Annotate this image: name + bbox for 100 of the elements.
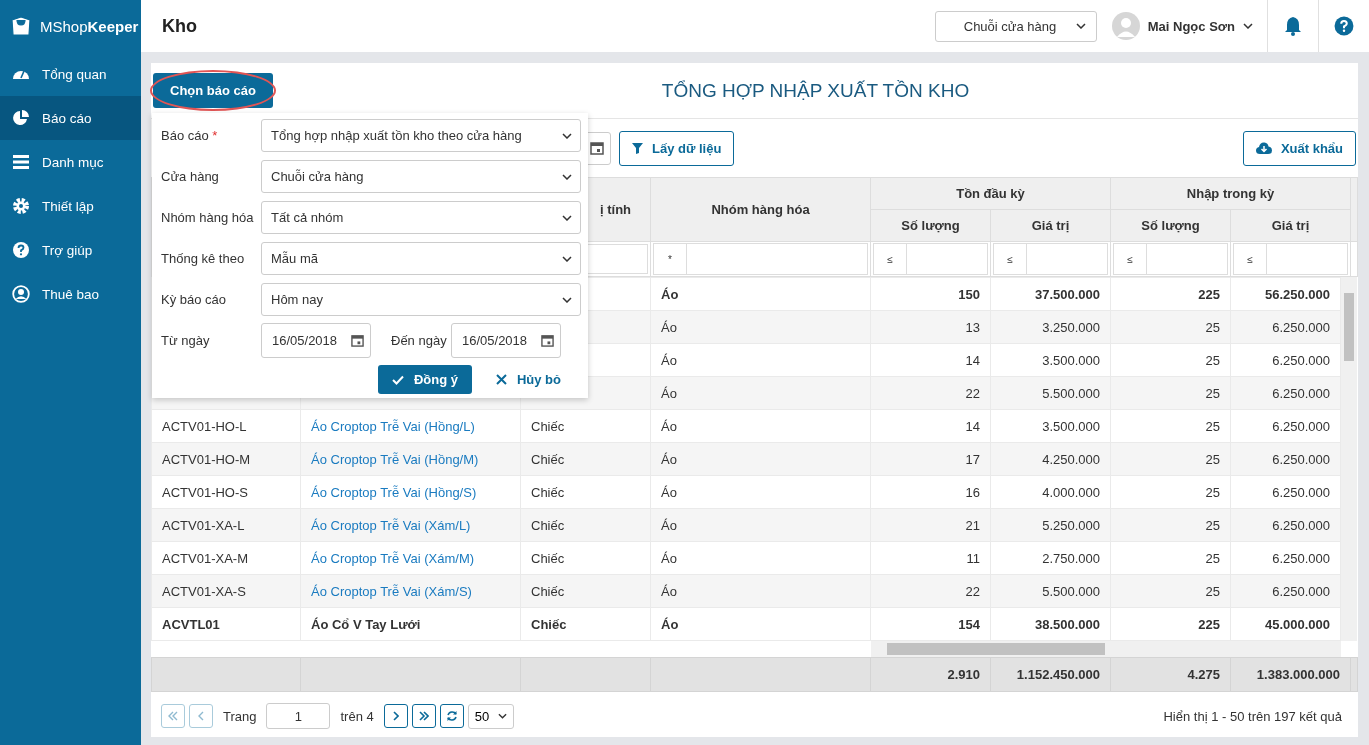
user-menu[interactable]: Mai Ngọc Sơn xyxy=(1111,12,1267,40)
table-cell: 22 xyxy=(870,376,991,410)
sidebar-item[interactable]: Thuê bao xyxy=(0,272,141,316)
column-header: Giá trị xyxy=(990,209,1111,242)
next-page-button[interactable] xyxy=(383,704,408,728)
date-input[interactable]: 16/05/2018 xyxy=(261,323,371,358)
sidebar-item[interactable]: Danh mục xyxy=(0,140,141,184)
first-page-button[interactable] xyxy=(161,704,185,728)
table-cell: 2.750.000 xyxy=(990,541,1111,575)
table-cell: 25 xyxy=(1110,409,1231,443)
table-cell: ACTV01-HO-S xyxy=(151,475,301,509)
double-chevron-right-icon xyxy=(418,711,429,721)
table-cell: 3.500.000 xyxy=(990,343,1111,377)
table-cell: Áo xyxy=(650,442,871,476)
user-icon xyxy=(12,285,30,303)
table-cell: 22 xyxy=(870,574,991,608)
close-icon xyxy=(495,374,507,385)
column-group-header: Nhập trong kỳ xyxy=(1110,177,1351,210)
table-cell: Chiếc xyxy=(520,607,651,641)
column-header: Giá trị xyxy=(1230,209,1351,242)
table-cell: 14 xyxy=(870,343,991,377)
product-link[interactable]: Áo Croptop Trễ Vai (Xám/M) xyxy=(300,541,521,575)
table-cell: 14 xyxy=(870,409,991,443)
sidebar-item[interactable]: Trợ giúp xyxy=(0,228,141,272)
calendar-icon xyxy=(590,141,604,155)
table-cell: ACTV01-HO-M xyxy=(151,442,301,476)
table-cell: 6.250.000 xyxy=(1230,442,1341,476)
product-link[interactable]: Áo Croptop Trễ Vai (Hồng/L) xyxy=(300,409,521,443)
table-cell: Áo xyxy=(650,310,871,344)
select-field[interactable]: Hôm nay xyxy=(261,283,581,316)
help-icon[interactable] xyxy=(1334,16,1354,36)
export-button[interactable]: Xuất khẩu xyxy=(1242,130,1356,166)
product-link[interactable]: Áo Croptop Trễ Vai (Hồng/S) xyxy=(300,475,521,509)
caret-icon xyxy=(562,296,572,303)
avatar-icon xyxy=(1111,12,1140,40)
table-cell: Chiếc xyxy=(520,574,651,608)
double-chevron-left-icon xyxy=(168,711,178,721)
table-cell: 25 xyxy=(1110,541,1231,575)
table-cell: 38.500.000 xyxy=(990,607,1111,641)
sidebar-item[interactable]: Thiết lập xyxy=(0,184,141,228)
table-cell: 16 xyxy=(870,475,991,509)
table-cell: 5.500.000 xyxy=(990,376,1111,410)
table-cell: 3.500.000 xyxy=(990,409,1111,443)
sidebar-item[interactable]: Báo cáo xyxy=(0,96,141,140)
table-cell: 225 xyxy=(1110,607,1231,641)
field-label: Kỳ báo cáo xyxy=(161,292,228,307)
help-icon xyxy=(12,241,30,259)
refresh-icon xyxy=(445,710,458,722)
table-cell: 25 xyxy=(1110,343,1231,377)
field-label: Báo cáo * xyxy=(161,128,219,143)
cloud-download-icon xyxy=(1255,142,1272,154)
column-group-header: Tồn đầu kỳ xyxy=(870,177,1111,210)
results-summary: Hiển thị 1 - 50 trên 197 kết quả xyxy=(1163,708,1342,724)
table-cell: ACTV01-HO-L xyxy=(151,409,301,443)
table-cell: Chiếc xyxy=(520,475,651,509)
caret-icon xyxy=(497,713,507,719)
date-input[interactable]: 16/05/2018 xyxy=(451,323,561,358)
page-count: trên 4 xyxy=(340,708,374,724)
bell-icon[interactable] xyxy=(1284,16,1302,36)
select-field[interactable]: Mẫu mã xyxy=(261,242,581,275)
table-cell: Áo Cổ V Tay Lưới xyxy=(300,607,521,641)
select-field[interactable]: Tổng hợp nhập xuất tồn kho theo cửa hàng xyxy=(261,119,581,152)
previous-page-button[interactable] xyxy=(189,704,213,728)
product-link[interactable]: Áo Croptop Trễ Vai (Xám/L) xyxy=(300,508,521,542)
table-cell: Áo xyxy=(650,376,871,410)
table-cell: Áo xyxy=(650,574,871,608)
table-cell: 25 xyxy=(1110,475,1231,509)
store-select[interactable]: Chuỗi cửa hàng xyxy=(934,10,1097,42)
page-size-select[interactable]: 50 xyxy=(467,703,514,729)
fetch-data-button[interactable]: Lấy dữ liệu xyxy=(619,130,735,166)
table-cell: 154 xyxy=(870,607,991,641)
table-cell: 6.250.000 xyxy=(1230,475,1341,509)
select-field[interactable]: Chuỗi cửa hàng xyxy=(261,160,581,193)
page-input[interactable]: 1 xyxy=(266,703,331,729)
table-cell: Áo xyxy=(650,508,871,542)
product-link[interactable]: Áo Croptop Trễ Vai (Hồng/M) xyxy=(300,442,521,476)
table-cell: ACTV01-XA-L xyxy=(151,508,301,542)
table-cell: 37.500.000 xyxy=(990,277,1111,311)
column-header: Nhóm hàng hóa xyxy=(650,177,871,242)
sidebar-item[interactable]: Tổng quan xyxy=(0,52,141,96)
table-cell: 25 xyxy=(1110,376,1231,410)
table-cell: 11 xyxy=(870,541,991,575)
table-cell: 25 xyxy=(1110,574,1231,608)
select-field[interactable]: Tất cả nhóm xyxy=(261,201,581,234)
choose-report-button[interactable]: Chọn báo cáo xyxy=(153,73,273,108)
confirm-button[interactable]: Đồng ý xyxy=(377,365,472,394)
chevron-right-icon xyxy=(392,711,399,721)
vertical-scrollbar[interactable] xyxy=(1341,277,1357,641)
product-link[interactable]: Áo Croptop Trễ Vai (Xám/S) xyxy=(300,574,521,608)
table-cell: ACTV01-XA-S xyxy=(151,574,301,608)
last-page-button[interactable] xyxy=(411,704,436,728)
horizontal-scrollbar[interactable] xyxy=(871,641,1341,657)
table-cell: Áo xyxy=(650,475,871,509)
table-cell: 225 xyxy=(1110,277,1231,311)
table-cell: ACVTL01 xyxy=(151,607,301,641)
refresh-button[interactable] xyxy=(439,704,464,728)
total-cell: 4.275 xyxy=(1110,657,1231,692)
field-label: Đến ngày xyxy=(390,333,448,348)
cancel-button[interactable]: Hủy bỏ xyxy=(489,371,567,388)
table-cell: 25 xyxy=(1110,442,1231,476)
